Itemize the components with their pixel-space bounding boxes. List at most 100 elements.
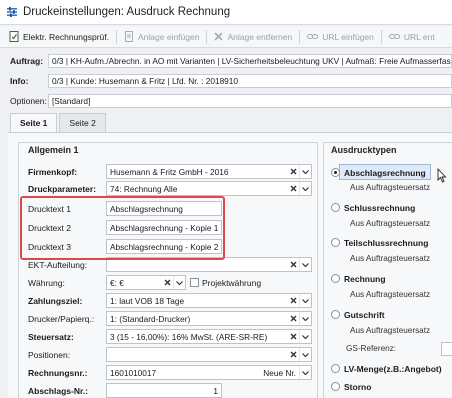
allgemein-title: Allgemein 1 — [28, 145, 79, 155]
clear-icon[interactable] — [287, 348, 299, 361]
tab-seite-2[interactable]: Seite 2 — [59, 113, 106, 132]
radio-checked-icon[interactable] — [331, 168, 340, 177]
waehrung-value: €: € — [110, 277, 124, 288]
toolbar-separator — [380, 29, 382, 44]
clear-icon[interactable] — [287, 258, 299, 271]
remove-url-button[interactable]: URL ent — [384, 28, 440, 46]
remove-attachment-label: Anlage entfernen — [227, 31, 293, 42]
settings-app-icon — [7, 7, 17, 17]
zahlungsziel-select[interactable]: 1: laut VOB 18 Tage — [106, 293, 312, 308]
option-storno[interactable]: Storno — [331, 380, 371, 393]
chevron-down-icon[interactable] — [173, 276, 185, 289]
clear-icon[interactable] — [161, 276, 173, 289]
radio-icon[interactable] — [331, 364, 340, 373]
option-lv-menge[interactable]: LV-Menge(z.B.:Angebot) — [331, 362, 442, 375]
projektwaehrung-checkbox[interactable] — [190, 278, 199, 287]
firmenkopf-row: Firmenkopf: Husemann & Fritz GmbH - 2016 — [28, 164, 314, 179]
druckparameter-select[interactable]: 74: Rechnung Alle — [106, 181, 312, 196]
option-rechnung-sub: Aus Auftragsteuersatz — [350, 290, 431, 299]
abschlags-nr-row: Abschlags-Nr.: 1 — [28, 383, 314, 398]
rechnungsnr-select[interactable]: 1601010017 Neue Nr. — [106, 365, 312, 380]
option-teilschlussrechnung-sub: Aus Auftragsteuersatz — [350, 254, 431, 263]
option-rechnung-label: Rechnung — [344, 273, 386, 284]
abschlags-nr-input[interactable]: 1 — [106, 383, 222, 398]
option-abschlagsrechnung[interactable]: Abschlagsrechnung — [331, 166, 426, 179]
insert-url-button[interactable]: URL einfügen — [302, 28, 379, 46]
positionen-select[interactable] — [106, 347, 312, 362]
chevron-down-icon[interactable] — [299, 182, 311, 195]
info-row: Info: 0/3 | Kunde: Husemann & Fritz | Lf… — [0, 73, 452, 89]
druckparameter-row: Druckparameter: 74: Rechnung Alle — [28, 181, 314, 196]
insert-url-label: URL einfügen — [322, 31, 374, 42]
link-remove-icon — [388, 34, 400, 39]
drucker-select[interactable]: 1: (Standard-Drucker) — [106, 311, 312, 326]
e-invoice-check-button[interactable]: Elektr. Rechnungsprüf. — [4, 28, 114, 46]
attachment-icon — [125, 31, 133, 42]
option-teilschlussrechnung[interactable]: Teilschlussrechnung — [331, 236, 428, 249]
clear-icon[interactable] — [287, 312, 299, 325]
auftrag-row: Auftrag: 0/3 | KH-Aufm./Abrechn. in AO m… — [0, 53, 452, 69]
tab-seite-1[interactable]: Seite 1 — [10, 113, 58, 133]
insert-attachment-label: Anlage einfügen — [138, 31, 200, 42]
toolbar-separator — [206, 29, 208, 44]
clear-icon[interactable] — [287, 294, 299, 307]
chevron-down-icon[interactable] — [299, 330, 311, 343]
radio-icon[interactable] — [331, 203, 340, 212]
e-invoice-check-label: Elektr. Rechnungsprüf. — [23, 31, 109, 42]
option-schlussrechnung[interactable]: Schlussrechnung — [331, 201, 415, 214]
rechnungsnr-row: Rechnungsnr.: 1601010017 Neue Nr. — [28, 365, 314, 380]
chevron-down-icon[interactable] — [299, 294, 311, 307]
document-check-icon — [9, 31, 19, 42]
remove-url-label: URL ent — [403, 31, 435, 42]
auftrag-label: Auftrag: — [10, 56, 44, 66]
zahlungsziel-row: Zahlungsziel: 1: laut VOB 18 Tage — [28, 293, 314, 308]
clear-icon[interactable] — [287, 165, 299, 178]
clear-icon[interactable] — [287, 330, 299, 343]
firmenkopf-select[interactable]: Husemann & Fritz GmbH - 2016 — [106, 164, 312, 179]
steuersatz-select[interactable]: 3 (15 - 16,00%): 16% MwSt. (ARE-SR-RE) — [106, 329, 312, 344]
neue-nr-label: Neue Nr. — [263, 367, 296, 378]
firmenkopf-value: Husemann & Fritz GmbH - 2016 — [110, 166, 229, 177]
insert-attachment-button[interactable]: Anlage einfügen — [119, 28, 204, 46]
waehrung-row: Währung: €: € Projektwährung — [28, 275, 314, 290]
positionen-label: Positionen: — [28, 349, 71, 360]
option-rechnung[interactable]: Rechnung — [331, 272, 386, 285]
chevron-down-icon[interactable] — [299, 312, 311, 325]
option-lv-menge-label: LV-Menge(z.B.:Angebot) — [344, 363, 442, 374]
optionen-field[interactable]: [Standard] — [48, 94, 452, 108]
radio-icon[interactable] — [331, 310, 340, 319]
waehrung-label: Währung: — [28, 277, 65, 288]
radio-icon[interactable] — [331, 274, 340, 283]
chevron-down-icon[interactable] — [299, 366, 311, 379]
chevron-down-icon[interactable] — [299, 258, 311, 271]
window-title: Druckeinstellungen: Ausdruck Rechnung — [23, 6, 231, 18]
option-gutschrift-label: Gutschrift — [344, 309, 385, 320]
drucker-row: Drucker/Papierq.: 1: (Standard-Drucker) — [28, 311, 314, 326]
chevron-down-icon[interactable] — [299, 165, 311, 178]
option-abschlagsrechnung-sub: Aus Auftragsteuersatz — [350, 183, 431, 192]
chevron-down-icon[interactable] — [299, 348, 311, 361]
projektwaehrung-label: Projektwährung — [202, 277, 262, 288]
clear-icon[interactable] — [287, 182, 299, 195]
radio-icon[interactable] — [331, 238, 340, 247]
zahlungsziel-label: Zahlungsziel: — [28, 295, 83, 306]
option-abschlagsrechnung-label: Abschlagsrechnung — [344, 167, 426, 178]
waehrung-select[interactable]: €: € — [106, 275, 186, 290]
radio-icon[interactable] — [331, 382, 340, 391]
gs-referenz-label: GS-Referenz: — [346, 344, 397, 353]
abschlags-nr-label: Abschlags-Nr.: — [28, 385, 88, 396]
option-teilschlussrechnung-label: Teilschlussrechnung — [344, 237, 429, 248]
mouse-cursor-icon — [437, 168, 447, 183]
gs-referenz-input[interactable] — [441, 342, 452, 356]
option-schlussrechnung-sub: Aus Auftragsteuersatz — [350, 219, 431, 228]
optionen-label: Optionen: — [10, 96, 47, 106]
auftrag-field: 0/3 | KH-Aufm./Abrechn. in AO mit Varian… — [48, 54, 452, 68]
ekt-aufteilung-label: EKT-Aufteilung: — [28, 259, 88, 270]
option-gutschrift[interactable]: Gutschrift — [331, 308, 385, 321]
toolbar: Elektr. Rechnungsprüf. Anlage einfügen A… — [0, 26, 452, 48]
toolbar-separator — [116, 29, 117, 44]
ausdrucktypen-title: Ausdrucktypen — [331, 145, 397, 155]
link-icon — [307, 34, 319, 39]
remove-attachment-button[interactable]: Anlage entfernen — [209, 28, 297, 46]
drucker-value: 1: (Standard-Drucker) — [110, 313, 191, 324]
